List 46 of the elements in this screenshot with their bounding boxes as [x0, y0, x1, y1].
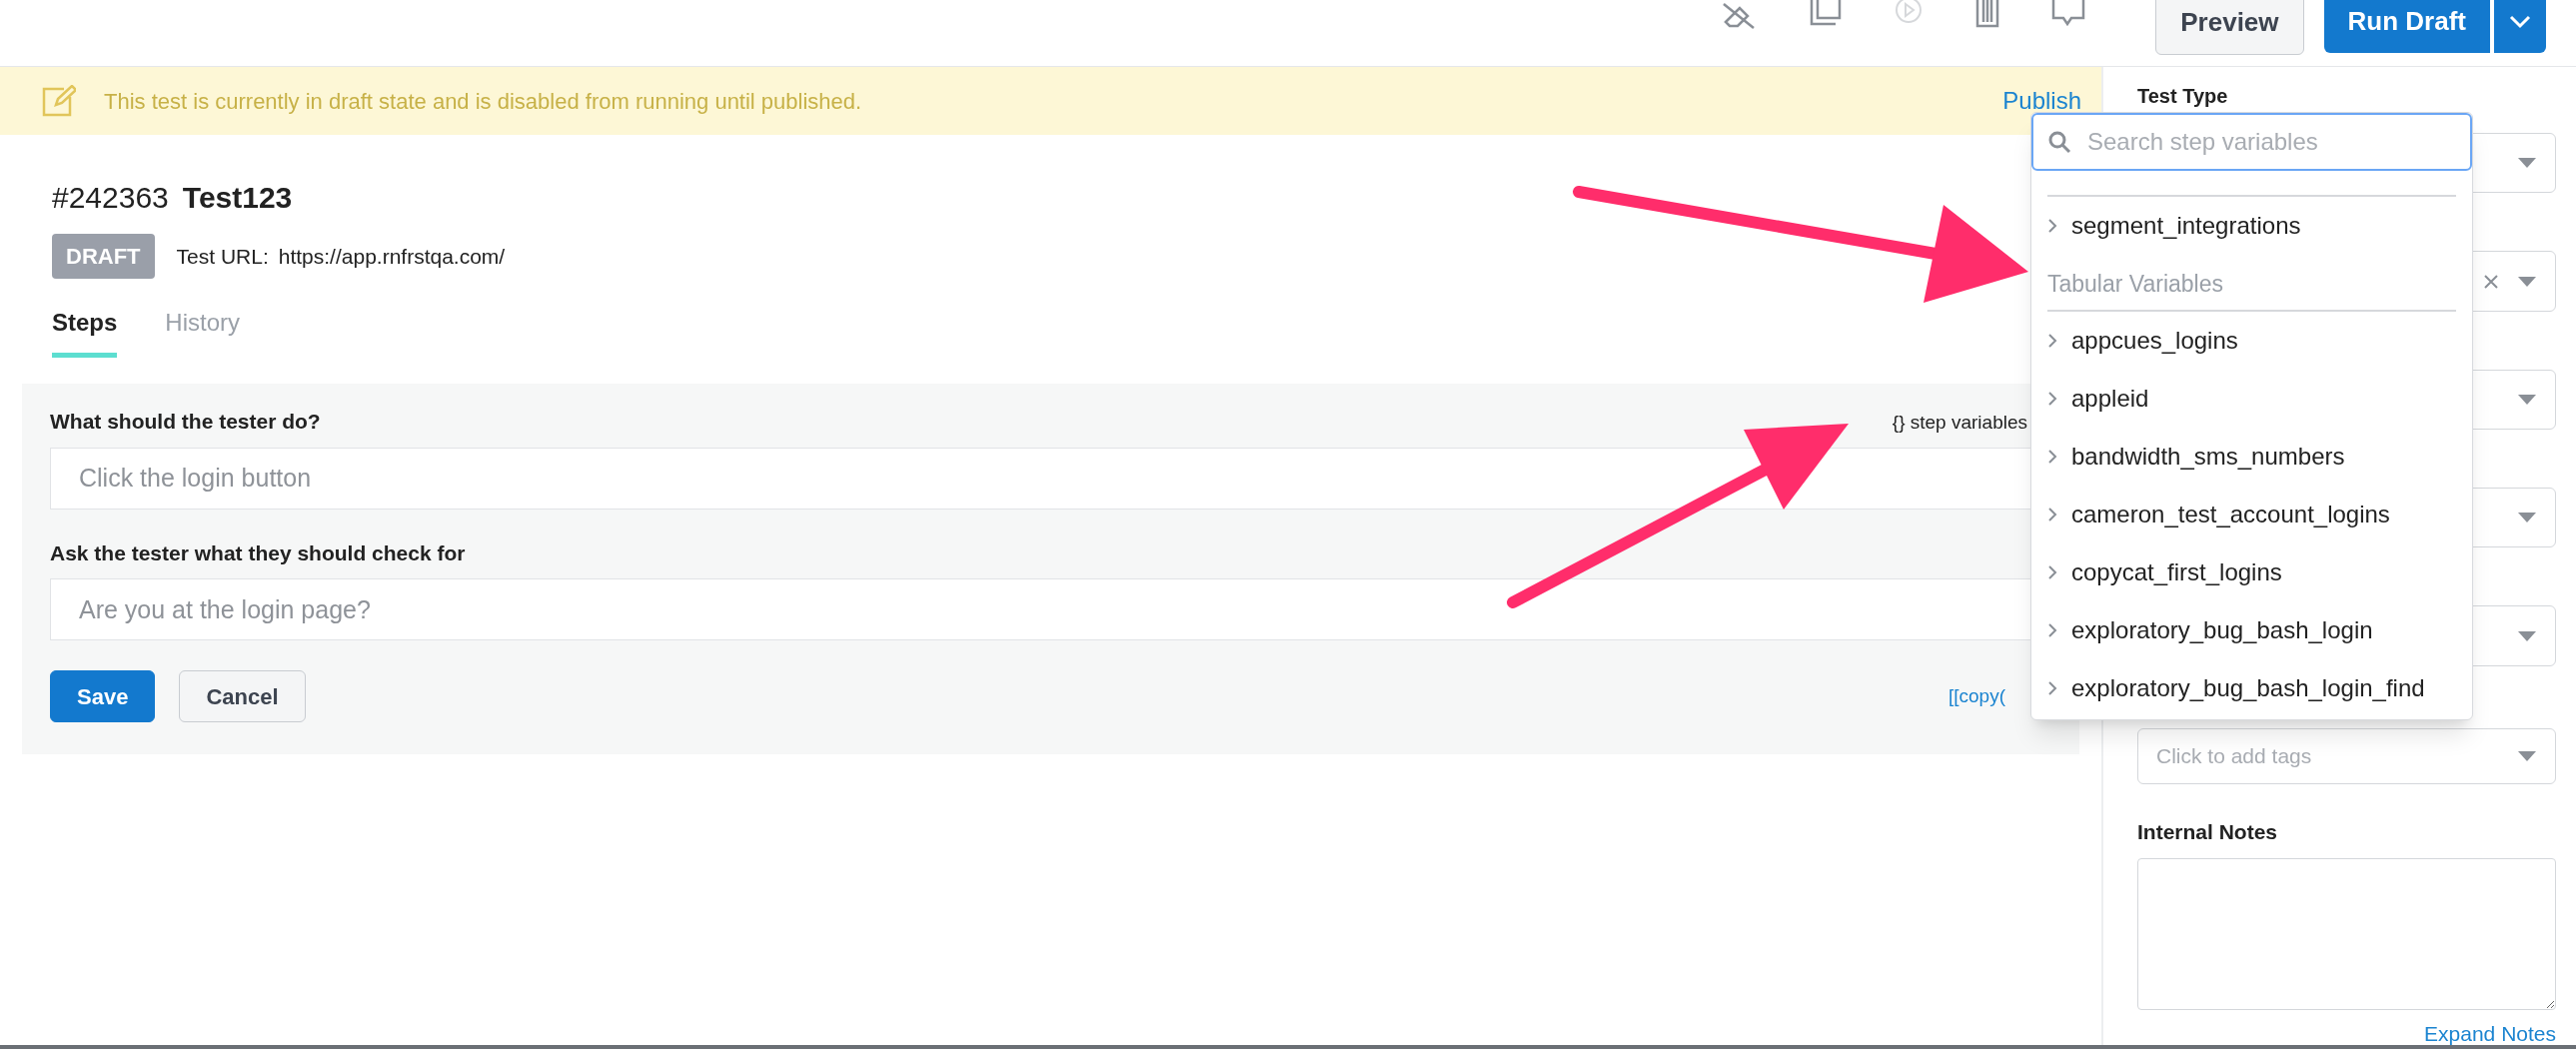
- chevron-icon: [2047, 563, 2057, 580]
- chevron-icon: [2047, 679, 2057, 696]
- caret-icon: [2517, 275, 2537, 288]
- caret-icon: [2517, 393, 2537, 406]
- chevron-down-icon: [2509, 14, 2531, 29]
- variable-item[interactable]: segment_integrations: [2047, 197, 2456, 255]
- step-variables-link[interactable]: {} step variables: [1892, 409, 2027, 438]
- status-badge: DRAFT: [52, 234, 155, 279]
- field-label: What should the tester do?: [50, 409, 321, 435]
- url-label: Test URL:: [176, 243, 269, 270]
- copy-link[interactable]: [[copy(: [1947, 681, 2005, 711]
- clear-icon[interactable]: [2483, 273, 2499, 290]
- group-header: Tabular Variables: [2047, 270, 2223, 299]
- chevron-icon: [2047, 332, 2057, 349]
- caret-icon: [2517, 512, 2537, 524]
- caret-icon: [2517, 157, 2537, 170]
- dropdown-button[interactable]: [2494, 0, 2546, 53]
- secondary-button[interactable]: Cancel: [179, 670, 306, 722]
- trash-icon[interactable]: [1975, 0, 2000, 30]
- primary-button[interactable]: Save: [50, 670, 156, 722]
- url-text: https://app.rnfrstqa.com/: [278, 243, 506, 270]
- test-id: #242363: [52, 180, 169, 216]
- banner-text: This test is currently in draft state and is disabled from running until published.: [104, 87, 863, 116]
- variable-item[interactable]: exploratory_bug_bash_login_find: [2047, 658, 2456, 717]
- chevron-icon: [2047, 621, 2057, 638]
- search-field[interactable]: Search step variables: [2031, 113, 2472, 171]
- notes-field[interactable]: [2137, 857, 2556, 1010]
- chevron-icon: [2047, 390, 2057, 407]
- tags-placeholder: Click to add tags: [2156, 743, 2312, 770]
- field-label: Test Type: [2137, 84, 2229, 109]
- secondary-button[interactable]: Preview: [2155, 0, 2304, 55]
- caret-icon: [2517, 750, 2537, 763]
- search-icon: [2047, 130, 2071, 154]
- test-name: Test123: [182, 180, 293, 216]
- variable-item[interactable]: appleid: [2047, 369, 2456, 428]
- caret-icon: [2517, 629, 2537, 642]
- variable-item[interactable]: appcues_logins: [2047, 311, 2456, 370]
- run-button[interactable]: Run Draft: [2323, 0, 2490, 53]
- chevron-icon: [2047, 218, 2057, 234]
- chevron-icon: [2047, 506, 2057, 523]
- chevron-icon: [2047, 448, 2057, 465]
- tab[interactable]: Steps: [52, 305, 118, 358]
- expand-notes-link[interactable]: Expand Notes: [2424, 1017, 2556, 1049]
- field-label: Ask the tester what they should check for: [50, 539, 466, 566]
- edit-icon: [42, 85, 76, 117]
- notes-label: Internal Notes: [2137, 819, 2279, 846]
